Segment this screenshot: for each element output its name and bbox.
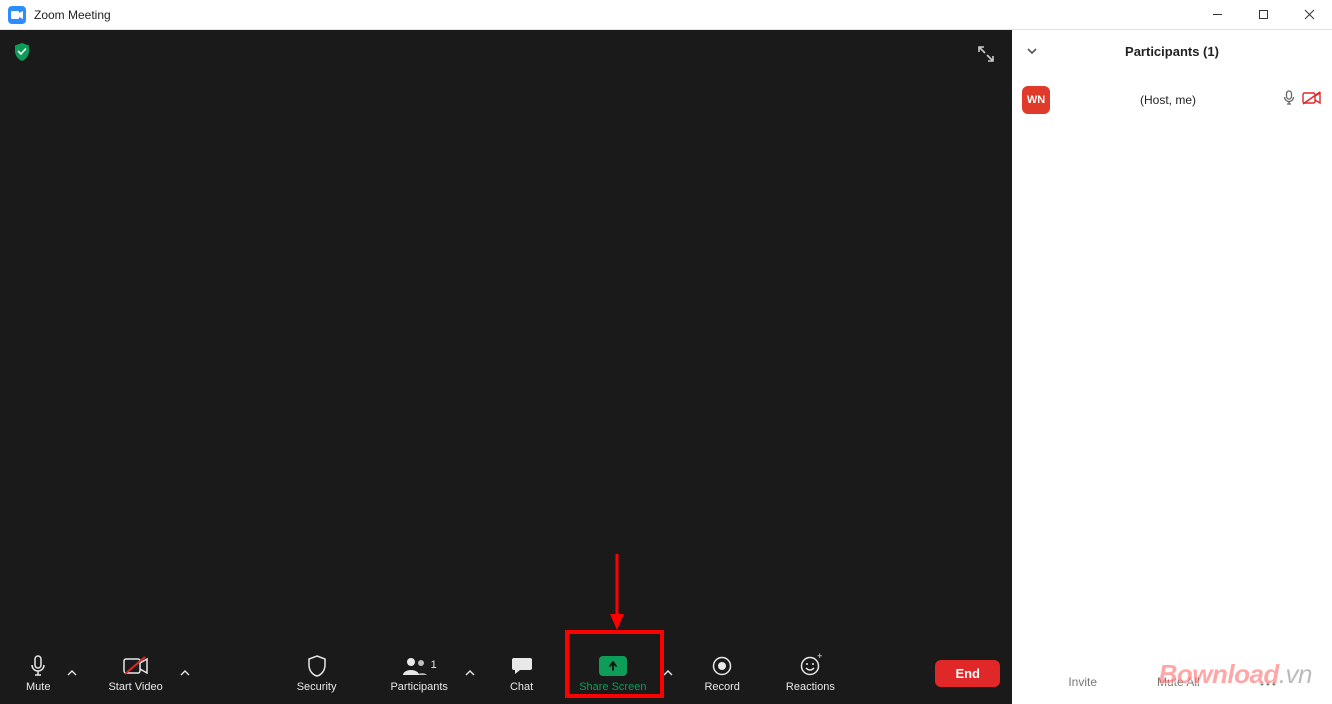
titlebar: Zoom Meeting bbox=[0, 0, 1332, 30]
participants-panel-title: Participants (1) bbox=[1125, 44, 1219, 59]
zoom-logo-icon bbox=[8, 6, 26, 24]
video-off-icon bbox=[123, 653, 149, 679]
reactions-icon: + bbox=[800, 653, 820, 679]
more-button[interactable] bbox=[1260, 675, 1276, 689]
microphone-icon bbox=[28, 653, 48, 679]
annotation-arrow-icon bbox=[609, 554, 625, 632]
close-button[interactable] bbox=[1286, 0, 1332, 30]
reactions-button[interactable]: + Reactions bbox=[772, 646, 849, 700]
minimize-button[interactable] bbox=[1194, 0, 1240, 30]
security-button[interactable]: Security bbox=[283, 646, 351, 700]
plus-badge-icon: + bbox=[817, 651, 822, 661]
participants-panel: Participants (1) WN (Host, me) Invite Mu… bbox=[1012, 30, 1332, 704]
collapse-panel-caret[interactable] bbox=[1026, 44, 1038, 62]
window-title: Zoom Meeting bbox=[34, 8, 111, 22]
share-screen-button[interactable]: Share Screen bbox=[565, 646, 660, 700]
participants-icon: 1 bbox=[402, 653, 437, 679]
microphone-icon bbox=[1282, 90, 1296, 111]
shield-icon bbox=[307, 653, 327, 679]
participant-row[interactable]: WN (Host, me) bbox=[1022, 78, 1322, 122]
fullscreen-button[interactable] bbox=[974, 42, 998, 66]
invite-button[interactable]: Invite bbox=[1068, 675, 1097, 689]
mute-options-caret[interactable] bbox=[64, 670, 80, 676]
maximize-button[interactable] bbox=[1240, 0, 1286, 30]
video-off-icon bbox=[1302, 91, 1322, 110]
mute-all-button[interactable]: Mute All bbox=[1157, 675, 1200, 689]
share-options-caret[interactable] bbox=[660, 670, 676, 676]
participant-label: (Host, me) bbox=[1060, 93, 1276, 107]
video-area: Mute Start Video Security bbox=[0, 30, 1012, 704]
video-options-caret[interactable] bbox=[177, 670, 193, 676]
avatar: WN bbox=[1022, 86, 1050, 114]
start-video-button[interactable]: Start Video bbox=[94, 646, 176, 700]
chat-icon bbox=[511, 653, 533, 679]
share-screen-icon bbox=[599, 653, 627, 679]
end-button[interactable]: End bbox=[935, 660, 1000, 687]
record-button[interactable]: Record bbox=[690, 646, 753, 700]
encryption-shield-icon[interactable] bbox=[12, 42, 32, 62]
meeting-toolbar: Mute Start Video Security bbox=[0, 642, 1012, 704]
mute-button[interactable]: Mute bbox=[12, 646, 64, 700]
participants-options-caret[interactable] bbox=[462, 670, 478, 676]
record-icon bbox=[712, 653, 732, 679]
participants-button[interactable]: 1 Participants bbox=[376, 646, 461, 700]
participants-footer: Invite Mute All bbox=[1012, 660, 1332, 704]
chat-button[interactable]: Chat bbox=[496, 646, 547, 700]
